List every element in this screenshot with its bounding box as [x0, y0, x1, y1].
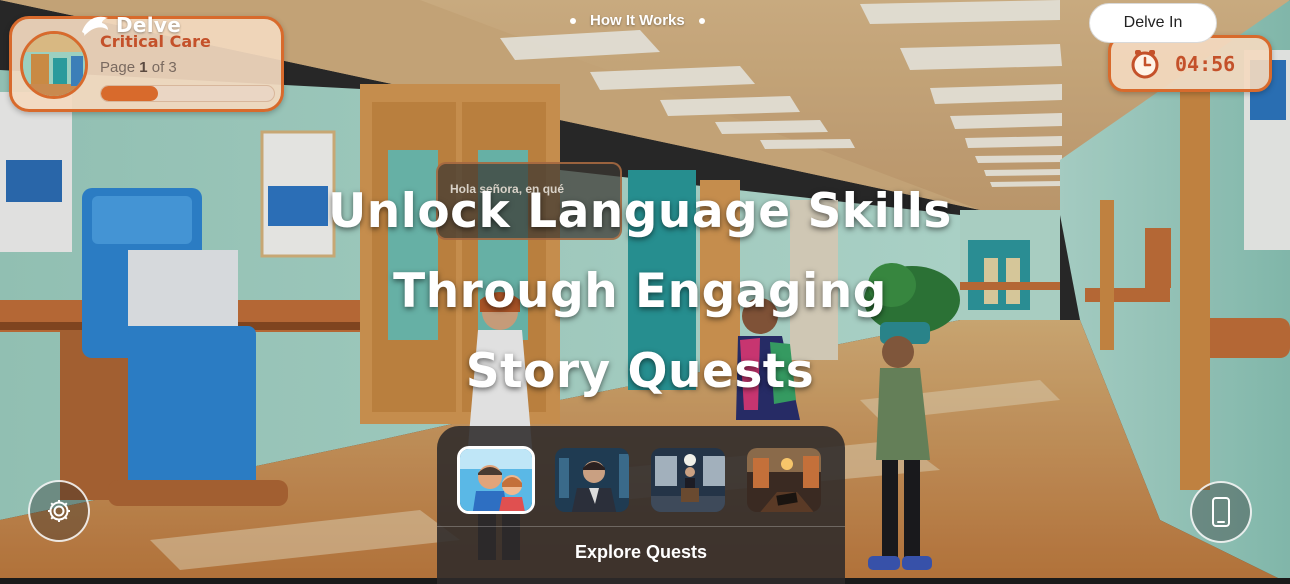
- story-page-indicator: Page 1 of 3: [100, 59, 177, 76]
- nav-dot-right: [698, 17, 705, 24]
- timer-value: 04:56: [1175, 51, 1236, 76]
- mobile-view-button[interactable]: [1190, 481, 1252, 543]
- explore-quests-button[interactable]: Explore Quests: [437, 542, 845, 563]
- nav-dot-left: [570, 17, 576, 24]
- quest-thumb-family[interactable]: [457, 446, 535, 514]
- delve-in-button[interactable]: Delve In: [1089, 3, 1217, 43]
- page-of: of: [151, 59, 165, 76]
- gear-icon: [48, 500, 70, 522]
- story-progress-bar: [100, 85, 275, 102]
- story-thumbnail: [20, 31, 88, 99]
- dolphin-icon: [82, 16, 108, 36]
- quests-panel: Explore Quests: [437, 426, 845, 584]
- quest-thumb-man-city[interactable]: [553, 446, 631, 514]
- hero-line-2: Through Engaging: [393, 264, 887, 319]
- hero-headline: Unlock Language Skills Through Engaging …: [300, 172, 980, 412]
- top-nav: How It Works: [570, 12, 705, 29]
- nav-link-how-it-works[interactable]: How It Works: [590, 12, 685, 29]
- page-current: 1: [139, 59, 148, 76]
- brand[interactable]: Delve: [80, 12, 181, 38]
- clock-icon: [1131, 49, 1159, 78]
- quest-thumb-speaker-stage[interactable]: [649, 446, 727, 514]
- settings-button[interactable]: [28, 480, 90, 542]
- mobile-phone-icon: [1212, 497, 1230, 527]
- quests-divider: [437, 526, 845, 527]
- story-progress-fill: [101, 86, 159, 101]
- hero-line-1: Unlock Language Skills: [328, 184, 952, 239]
- page-label: Page: [100, 59, 136, 76]
- countdown-timer: 04:56: [1108, 35, 1272, 92]
- page-total: 3: [168, 59, 177, 76]
- quest-thumbnails: [457, 446, 823, 514]
- brand-name: Delve: [116, 13, 182, 37]
- hero-line-3: Story Quests: [465, 344, 815, 399]
- quest-thumb-ancient-street[interactable]: [745, 446, 823, 514]
